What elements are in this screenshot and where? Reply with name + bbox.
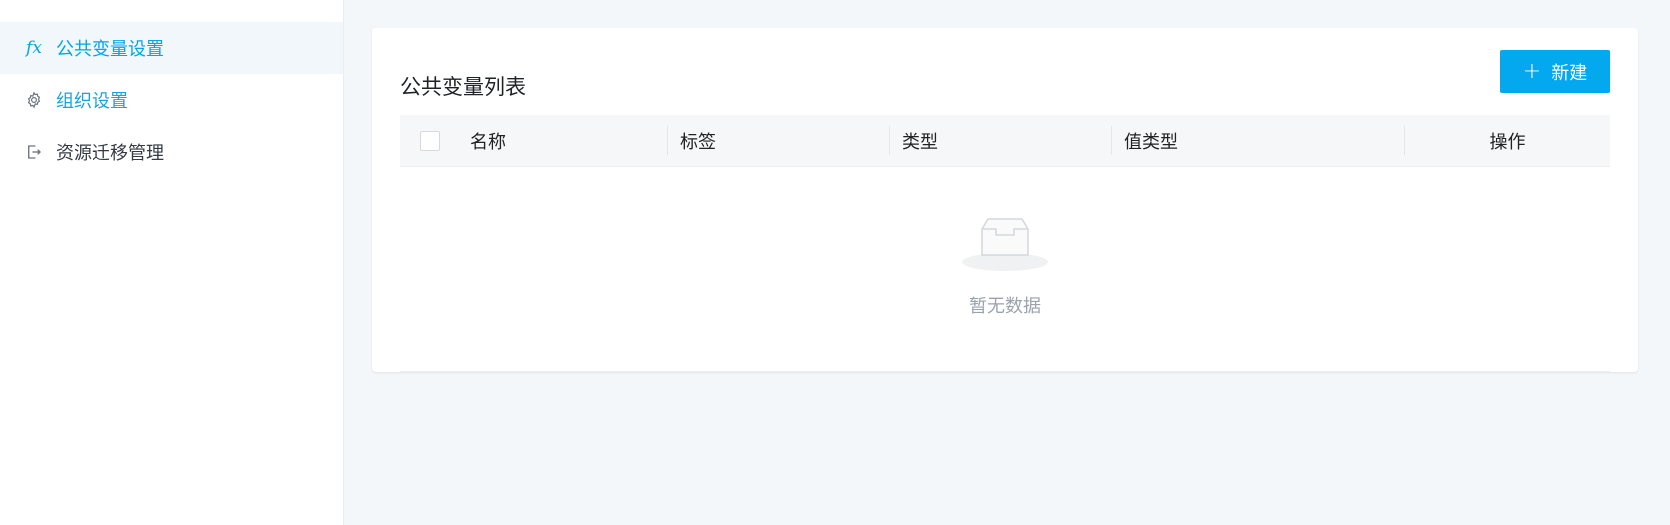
column-header-type[interactable]: 类型 xyxy=(890,115,1112,166)
empty-inbox-icon xyxy=(960,217,1050,277)
table-header: 名称 标签 类型 值类型 操作 xyxy=(400,115,1610,167)
column-header-label: 值类型 xyxy=(1124,131,1178,153)
empty-state: 暂无数据 xyxy=(400,167,1610,367)
fx-icon: fx xyxy=(26,38,42,58)
select-all-cell xyxy=(400,115,470,166)
sidebar: fx 公共变量设置 组织设置 资源迁移管理 xyxy=(0,0,344,525)
empty-text: 暂无数据 xyxy=(969,296,1041,317)
sidebar-item-label: 资源迁移管理 xyxy=(56,143,164,164)
sidebar-item-resource-migration[interactable]: 资源迁移管理 xyxy=(0,126,343,178)
variables-table: 名称 标签 类型 值类型 操作 暂无数据 xyxy=(400,115,1610,317)
column-header-label: 名称 xyxy=(470,131,506,153)
new-button-label: 新建 xyxy=(1551,62,1588,84)
column-header-label: 标签 xyxy=(680,131,716,153)
sidebar-item-organization[interactable]: 组织设置 xyxy=(0,74,343,126)
column-header-value-type[interactable]: 值类型 xyxy=(1112,115,1405,166)
sidebar-item-label: 组织设置 xyxy=(56,91,128,112)
column-header-label: 操作 xyxy=(1489,131,1526,153)
plus-icon: + xyxy=(1522,58,1542,84)
new-button[interactable]: + 新建 xyxy=(1500,50,1610,93)
column-header-name[interactable]: 名称 xyxy=(470,115,668,166)
column-header-tags[interactable]: 标签 xyxy=(668,115,890,166)
app-root: fx 公共变量设置 组织设置 资源迁移管理 公共变量列表 + 新建 名称 标签 … xyxy=(0,0,1670,525)
sidebar-item-label: 公共变量设置 xyxy=(56,39,164,60)
page-title: 公共变量列表 xyxy=(400,75,526,99)
select-all-checkbox[interactable] xyxy=(420,130,440,151)
gear-icon xyxy=(24,90,44,110)
export-icon xyxy=(24,142,44,162)
column-header-label: 类型 xyxy=(902,131,938,153)
column-header-actions: 操作 xyxy=(1405,115,1610,166)
variable-list-card: 公共变量列表 + 新建 名称 标签 类型 值类型 操作 暂无数据 xyxy=(372,28,1638,372)
sidebar-item-public-variables[interactable]: fx 公共变量设置 xyxy=(0,22,343,74)
divider xyxy=(400,371,1610,372)
